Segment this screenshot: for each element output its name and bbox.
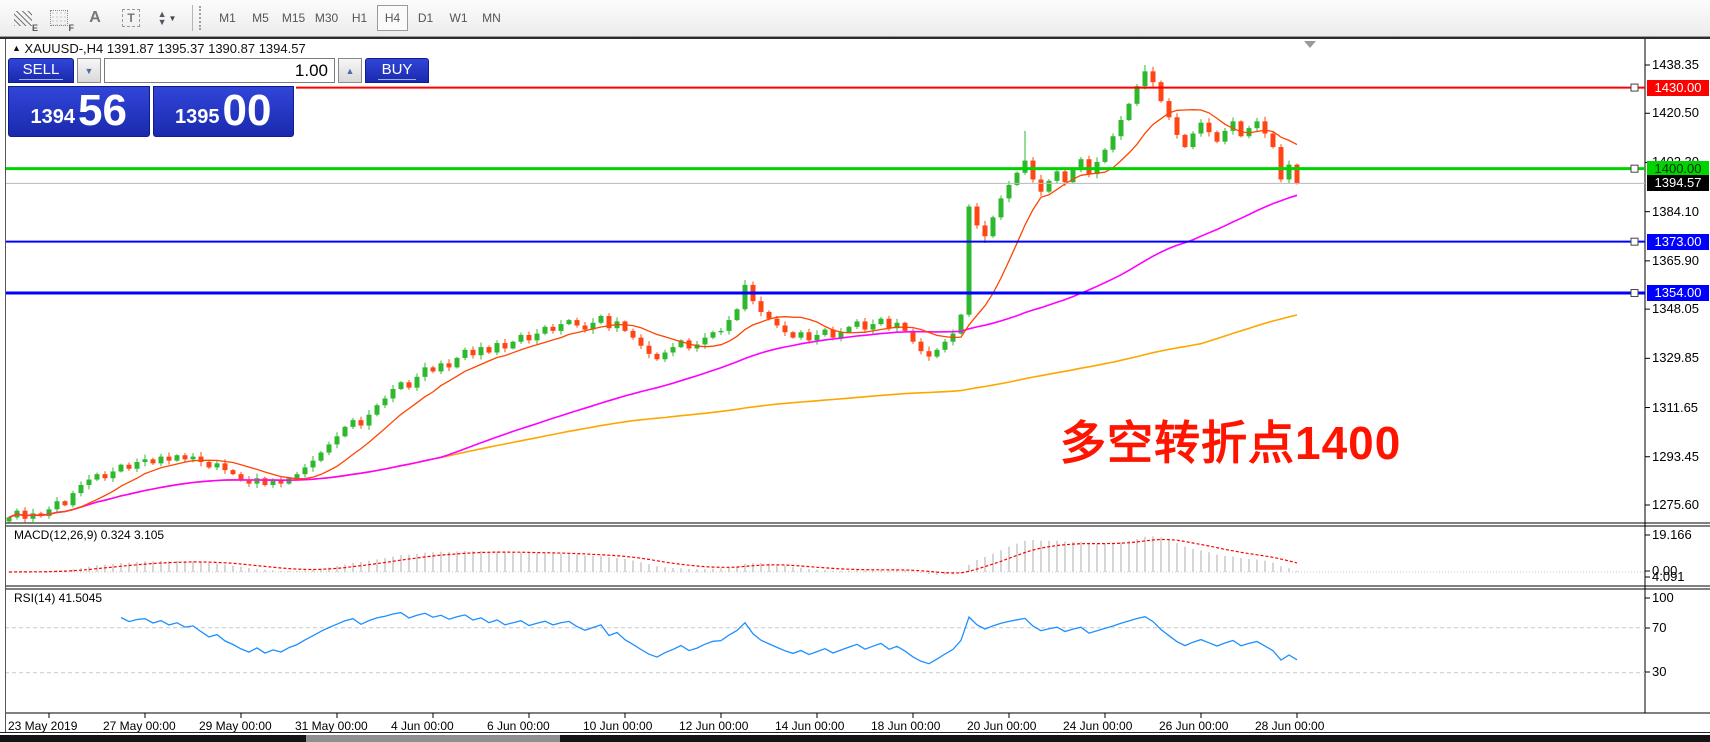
time-axis-label: 14 Jun 00:00 (775, 719, 844, 733)
price-level-badge: 1354.00 (1647, 285, 1709, 301)
macd-axis-label: 19.166 (1652, 527, 1692, 542)
trading-terminal: E F A T ▲▼ ▼ M1M5M15M30H1H4D1W1MN ▲ XAUU… (0, 0, 1710, 742)
rsi-axis-label: 70 (1652, 620, 1666, 635)
symbol-ohlc-text: XAUUSD-,H4 1391.87 1395.37 1390.87 1394.… (25, 41, 306, 56)
volume-input[interactable] (104, 58, 335, 83)
rsi-axis-label: 30 (1652, 664, 1666, 679)
volume-increase-button[interactable]: ▲ (338, 58, 362, 83)
ask-price[interactable]: 1395 00 (153, 86, 295, 137)
price-axis-label: 1438.35 (1652, 57, 1699, 72)
collapse-arrow-icon[interactable]: ▲ (12, 43, 21, 53)
price-level-badge: 1373.00 (1647, 234, 1709, 250)
price-axis-label: 1275.60 (1652, 497, 1699, 512)
rsi-label: RSI(14) 41.5045 (14, 591, 102, 605)
time-axis-label: 31 May 00:00 (295, 719, 368, 733)
time-axis-label: 24 Jun 00:00 (1063, 719, 1132, 733)
chart-window: ▲ XAUUSD-,H4 1391.87 1395.37 1390.87 139… (0, 39, 1710, 734)
buy-button[interactable]: BUY (365, 58, 429, 83)
price-axis-label: 1311.65 (1652, 400, 1698, 415)
chart-title: ▲ XAUUSD-,H4 1391.87 1395.37 1390.87 139… (12, 41, 306, 56)
volume-decrease-button[interactable]: ▼ (77, 58, 101, 83)
price-axis-label: 1420.50 (1652, 105, 1699, 120)
price-level-badge: 1400.00 (1647, 161, 1709, 177)
time-axis-label: 10 Jun 00:00 (583, 719, 652, 733)
price-axis-label: 1329.85 (1652, 350, 1699, 365)
current-price-badge: 1394.57 (1647, 175, 1709, 191)
time-axis-label: 6 Jun 00:00 (487, 719, 550, 733)
chart-text-annotation[interactable]: 多空转折点1400 (1060, 407, 1401, 473)
one-click-trade-panel: SELL ▼ ▲ BUY 1394 56 1395 00 (6, 56, 296, 139)
sell-button[interactable]: SELL (8, 58, 74, 83)
time-axis-label: 29 May 00:00 (199, 719, 272, 733)
time-axis-label: 23 May 2019 (8, 719, 77, 733)
time-axis-label: 27 May 00:00 (103, 719, 176, 733)
time-axis-label: 26 Jun 00:00 (1159, 719, 1228, 733)
time-axis-label: 12 Jun 00:00 (679, 719, 748, 733)
price-axis-label: 1348.05 (1652, 301, 1699, 316)
bid-price[interactable]: 1394 56 (8, 86, 150, 137)
price-axis-label: 1293.45 (1652, 449, 1699, 464)
price-level-badge: 1430.00 (1647, 80, 1709, 96)
macd-label: MACD(12,26,9) 0.324 3.105 (14, 528, 164, 542)
time-axis-label: 28 Jun 00:00 (1255, 719, 1324, 733)
price-axis-label: 1365.90 (1652, 253, 1699, 268)
time-axis-label: 20 Jun 00:00 (967, 719, 1036, 733)
time-axis-label: 4 Jun 00:00 (391, 719, 454, 733)
taskbar-edge (0, 735, 1710, 742)
macd-axis-label: 4.091 (1652, 569, 1685, 584)
rsi-axis-label: 100 (1652, 590, 1674, 605)
chart-frame-left (5, 39, 6, 732)
time-axis-label: 18 Jun 00:00 (871, 719, 940, 733)
window-bottom-border (0, 732, 1710, 733)
price-axis-label: 1384.10 (1652, 204, 1699, 219)
